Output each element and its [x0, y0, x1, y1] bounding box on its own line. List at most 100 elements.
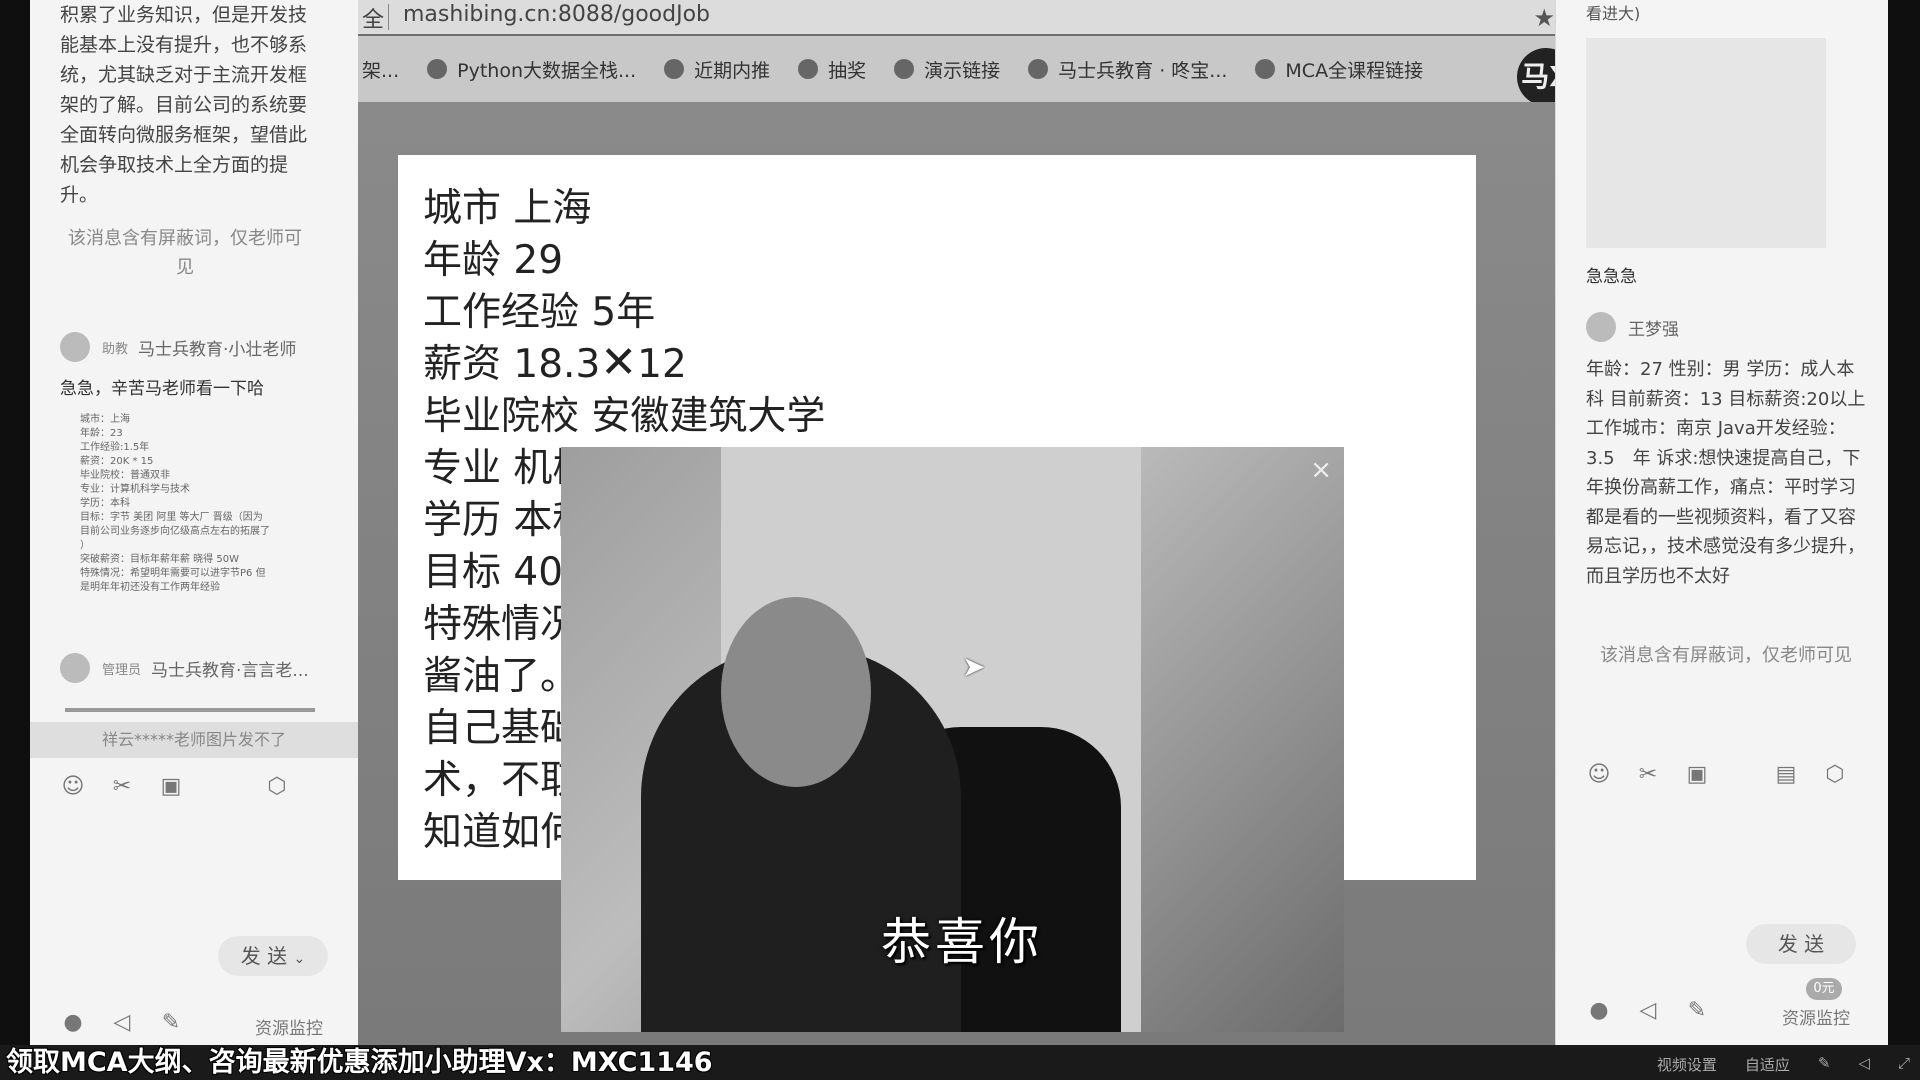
message-line: 全面转向微服务框架，望借此 [60, 124, 308, 146]
doc-label: 学历 [423, 498, 502, 543]
browser-window: 全 mashibing.cn:8088/goodJob ★ 架... Pytho… [358, 0, 1555, 1045]
bookmark-item[interactable]: 架... [362, 56, 399, 83]
doc-value: 18.3 [513, 342, 601, 387]
card-line: 学历：本科 [80, 498, 130, 509]
message-line: 升。 [60, 184, 99, 206]
doc-label: 目标 [423, 550, 502, 595]
pen-icon[interactable]: ✎ [1684, 998, 1710, 1024]
chat-user[interactable]: 助教 马士兵教育·小壮老师 [60, 332, 296, 362]
player-controls: 视频设置 自适应 ✎ ◁ ⤢ [1657, 1054, 1910, 1075]
bookmark-icon [664, 59, 685, 79]
address-bar[interactable]: 全 mashibing.cn:8088/goodJob ★ [358, 0, 1555, 34]
divider [388, 4, 389, 30]
speaker-icon[interactable]: ◁ [1635, 998, 1661, 1024]
chat-message: 急急，辛苦马老师看一下哈 [60, 379, 264, 399]
globe-icon [798, 59, 819, 79]
globe-icon [427, 59, 448, 79]
doc-line-experience: 工作经验 5年 [423, 281, 655, 337]
message-line: 能基本上没有提升，也不够系 [60, 34, 308, 56]
chat-toolbar: ☺ ✂ ▣ ⬡ [60, 774, 313, 800]
doc-label: 薪资 [423, 342, 502, 387]
system-toast: 祥云*****老师图片发不了 [30, 722, 358, 758]
bookmark-label: 抽奖 [828, 59, 867, 82]
video-overlay[interactable]: × 恭喜你 [561, 447, 1344, 1032]
pen-icon[interactable]: ✎ [158, 1010, 184, 1036]
doc-line: 知道如何 [423, 810, 580, 855]
video-settings-button[interactable]: 视频设置 [1657, 1054, 1717, 1075]
doc-line-city: 城市 上海 [423, 177, 591, 233]
doc-value: 上海 [513, 186, 592, 231]
times-icon: ✕ [600, 337, 638, 388]
user-role: 助教 [102, 341, 129, 357]
censored-note: 该消息含有屏蔽词，仅老师可见 [68, 228, 302, 278]
chat-user[interactable]: 王梦强 [1586, 312, 1679, 342]
card-line: 工作经验:1.5年 [80, 442, 150, 453]
send-button[interactable]: 发 送 ⌄ [218, 936, 328, 976]
doc-value: 29 [513, 238, 564, 283]
bookmark-item[interactable]: 马士兵教育 · 咚宝... [1028, 56, 1227, 83]
scissors-icon[interactable]: ✂ [1635, 762, 1661, 788]
card-line: ） [80, 540, 90, 551]
emoji-icon[interactable]: ☺ [1586, 762, 1612, 788]
settings-icon[interactable]: ⬡ [264, 774, 290, 800]
bookmark-item[interactable]: MCA全课程链接 [1255, 56, 1423, 83]
card-line: 特殊情况：希望明年需要可以进字节P6 但 [80, 568, 266, 579]
card-line: 城市：上海 [80, 414, 130, 425]
send-button[interactable]: 发 送 [1746, 924, 1856, 964]
comment-icon[interactable]: ▤ [1773, 762, 1799, 788]
right-edge [1888, 0, 1920, 1045]
chat-message: 看进大) [1586, 4, 1641, 23]
profile-card-image[interactable]: 城市：上海 年龄：23 工作经验:1.5年 薪资：20K * 15 毕业院校：普… [80, 413, 340, 595]
star-icon[interactable]: ★ [1533, 4, 1555, 32]
resource-monitor-link[interactable]: 资源监控 [255, 1014, 323, 1039]
doc-line-goal: 目标 40 [423, 541, 563, 597]
avatar [60, 653, 90, 683]
promo-overlay-text: 领取MCA大纲、咨询最新优惠添加小助理Vx：MXC1146 [6, 1047, 713, 1078]
resource-monitor-link[interactable]: 资源监控 [1782, 1004, 1850, 1029]
auto-fit-button[interactable]: 自适应 [1745, 1054, 1790, 1075]
mic-icon[interactable]: ● [60, 1010, 86, 1036]
mic-icon[interactable]: ● [1586, 998, 1612, 1024]
profile-card-image[interactable] [1586, 38, 1826, 248]
bookmark-label: 近期内推 [694, 59, 771, 82]
avatar [60, 332, 90, 362]
globe-icon [1028, 59, 1049, 79]
settings-icon[interactable]: ⬡ [1822, 762, 1848, 788]
pen-icon[interactable]: ✎ [1818, 1054, 1831, 1075]
bookmark-label: 架... [362, 59, 400, 82]
card-line: 目标：字节 美团 阿里 等大厂 晋级（因为 [80, 512, 263, 523]
doc-value: 40 [513, 550, 564, 595]
speaker-icon[interactable]: ◁ [1858, 1054, 1870, 1075]
user-role: 管理员 [102, 662, 142, 678]
chat-user[interactable]: 管理员 马士兵教育·言言老... [60, 653, 309, 683]
speaker-icon[interactable]: ◁ [109, 1010, 135, 1036]
bookmark-icon [1255, 59, 1276, 79]
bookmark-label: 马士兵教育 · 咚宝... [1058, 59, 1228, 82]
image-icon[interactable]: ▣ [158, 774, 184, 800]
doc-label: 特殊情况 [423, 602, 580, 647]
bookmark-item[interactable]: Python大数据全栈... [427, 56, 636, 83]
doc-label: 年龄 [423, 238, 502, 283]
bookmark-item[interactable]: 抽奖 [798, 56, 866, 83]
fullscreen-icon[interactable]: ⤢ [1898, 1054, 1910, 1075]
bookmark-item[interactable]: 演示链接 [894, 56, 1000, 83]
scissors-icon[interactable]: ✂ [109, 774, 135, 800]
doc-line: 酱油了。 [423, 654, 580, 699]
message-line: 统，尤其缺乏对于主流开发框 [60, 64, 308, 86]
doc-label: 城市 [423, 186, 502, 231]
doc-line-salary: 薪资 18.3✕12 [423, 333, 687, 389]
divider [65, 708, 315, 712]
image-icon[interactable]: ▣ [1684, 762, 1710, 788]
user-name: 马士兵教育·小壮老师 [138, 339, 297, 360]
address-prefix: 全 [362, 8, 385, 33]
doc-line-age: 年龄 29 [423, 229, 563, 285]
left-chat-panel: 积累了业务知识，但是开发技 能基本上没有提升，也不够系 统，尤其缺乏对于主流开发… [30, 0, 359, 1045]
status-badge: 0元 [1806, 978, 1842, 1000]
close-icon[interactable]: × [1310, 455, 1332, 485]
doc-line-special: 特殊情况 [423, 593, 579, 649]
right-chat-panel: 看进大) 急急急 王梦强 年龄：27 性别：男 学历：成人本科 目前薪资：13 … [1555, 0, 1889, 1045]
emoji-icon[interactable]: ☺ [60, 774, 86, 800]
send-label: 发 送 [240, 944, 288, 968]
bookmarks-bar: 架... Python大数据全栈... 近期内推 抽奖 演示链接 马士兵教育 ·… [358, 36, 1555, 102]
bookmark-item[interactable]: 近期内推 [664, 56, 770, 83]
